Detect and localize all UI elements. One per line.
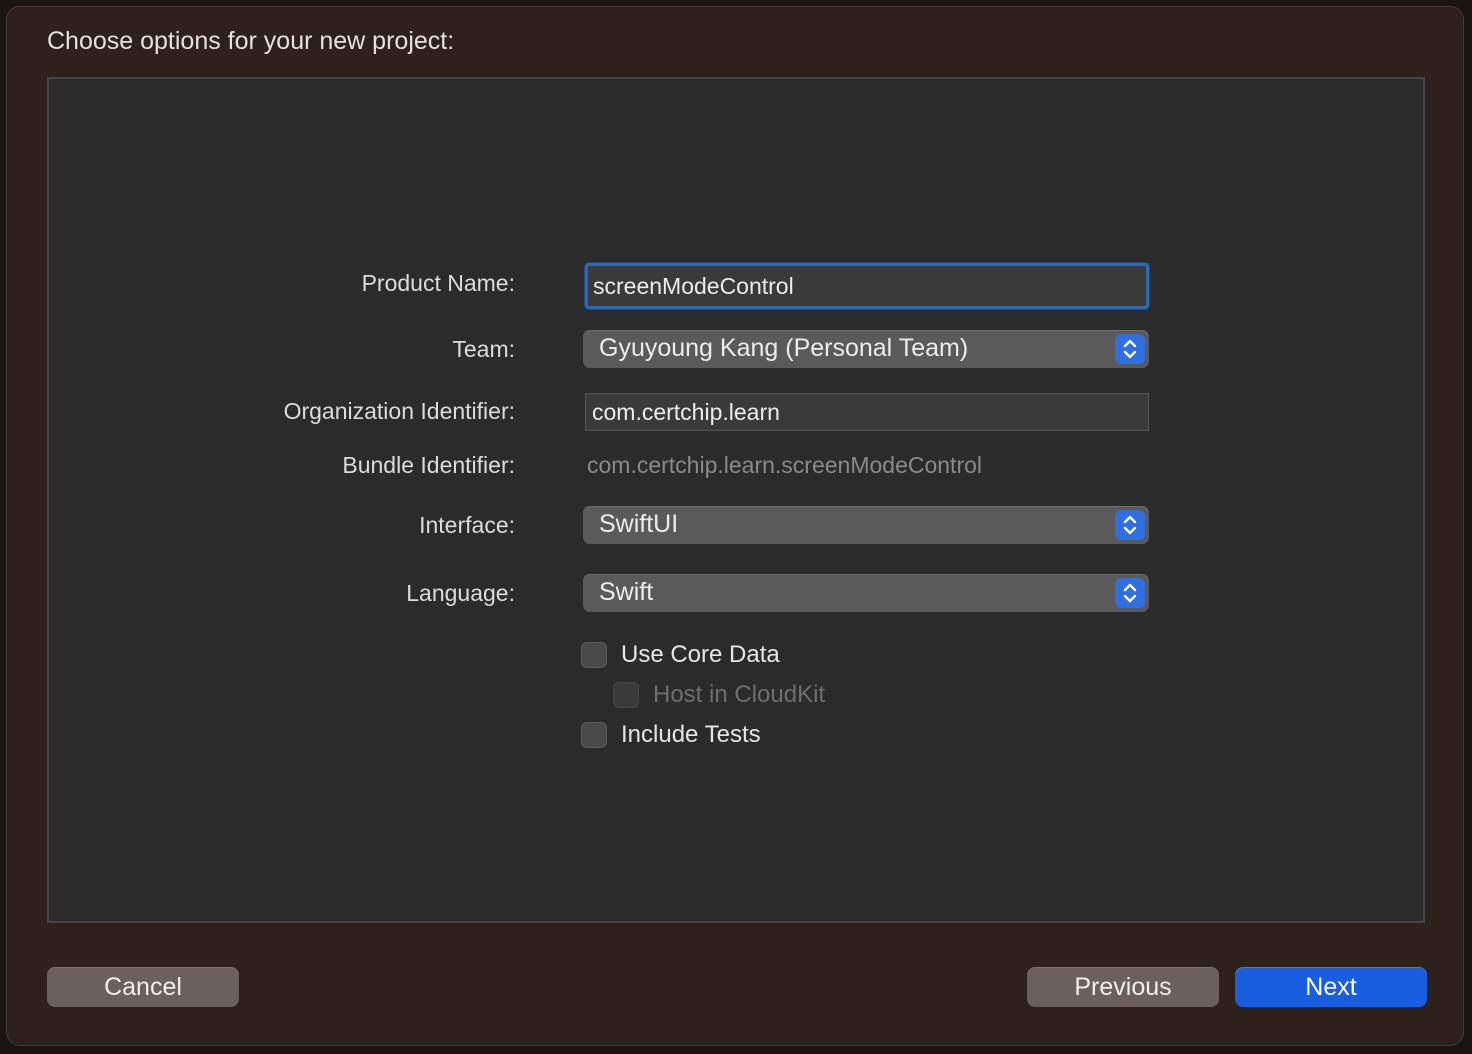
host-in-cloudkit-checkbox [613,682,639,708]
chevron-up-down-icon [1115,578,1145,608]
chevron-up-down-icon [1115,334,1145,364]
team-popup[interactable]: Gyuyoung Kang (Personal Team) [583,330,1149,368]
cancel-button[interactable]: Cancel [47,967,239,1007]
language-popup[interactable]: Swift [583,574,1149,612]
interface-popup-value: SwiftUI [599,510,679,538]
interface-popup[interactable]: SwiftUI [583,506,1149,544]
use-core-data-label: Use Core Data [621,641,780,668]
bundle-identifier-label: Bundle Identifier: [342,452,515,478]
options-panel: Product Name: Team: Gyuyoung Kang (Perso… [47,77,1425,923]
chevron-up-down-icon [1115,510,1145,540]
next-button[interactable]: Next [1235,967,1427,1007]
include-tests-label: Include Tests [621,721,761,748]
dialog-title: Choose options for your new project: [47,27,455,55]
organization-identifier-label: Organization Identifier: [283,398,515,424]
language-label: Language: [406,580,515,606]
product-name-field[interactable] [585,263,1149,309]
use-core-data-checkbox[interactable] [581,642,607,668]
include-tests-checkbox[interactable] [581,722,607,748]
organization-identifier-field[interactable] [585,393,1149,431]
host-in-cloudkit-label: Host in CloudKit [653,681,826,708]
previous-button[interactable]: Previous [1027,967,1219,1007]
bundle-identifier-value: com.certchip.learn.screenModeControl [587,452,983,478]
new-project-dialog: Choose options for your new project: Pro… [6,6,1464,1046]
interface-label: Interface: [419,512,515,538]
language-popup-value: Swift [599,578,654,606]
team-popup-value: Gyuyoung Kang (Personal Team) [599,334,969,362]
team-label: Team: [452,336,515,362]
product-name-label: Product Name: [361,270,515,296]
